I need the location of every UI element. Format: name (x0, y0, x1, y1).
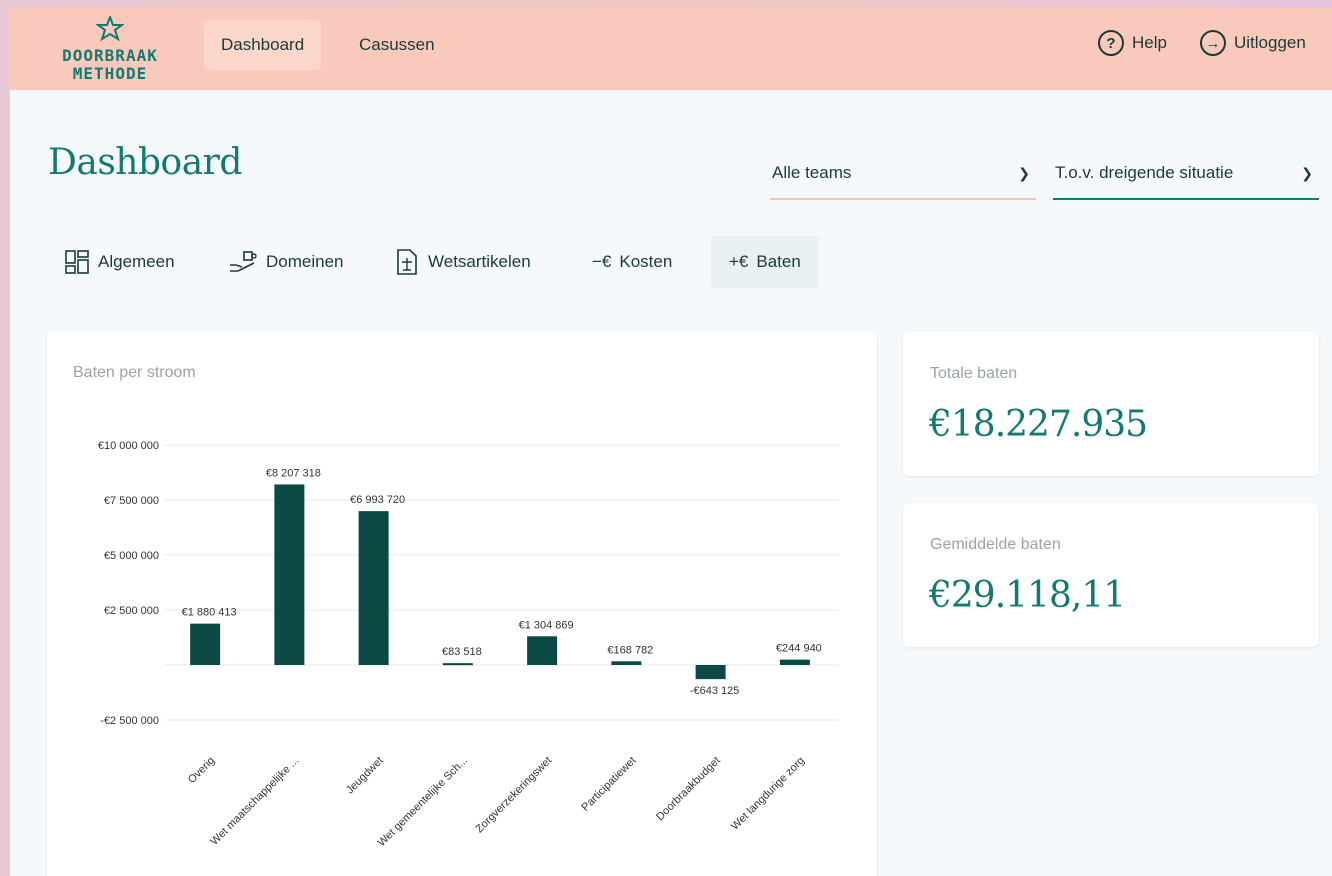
help-label: Help (1132, 33, 1167, 52)
plus-euro-icon: +€ (729, 252, 749, 271)
logo-text-line2: METHODE (72, 64, 148, 83)
nav-item-dashboard[interactable]: Dashboard (204, 20, 322, 70)
situation-select[interactable]: T.o.v. dreigende situatie ❯ (1053, 148, 1319, 200)
x-tick-label: Doorbraakbudget (654, 755, 723, 824)
y-tick-label: €5 000 000 (104, 550, 159, 562)
help-button[interactable]: ? Help (1098, 30, 1167, 56)
doorbraak-methode-logo[interactable]: DOORBRAAK METHODE (46, 16, 176, 83)
tab-algemeen[interactable]: Algemeen (46, 236, 193, 288)
y-tick-label: €7 500 000 (104, 495, 159, 507)
bar (274, 484, 305, 665)
top-navigation-bar: DOORBRAAK METHODE Dashboard Casussen ? H… (10, 8, 1332, 90)
x-tick-label: Zorgverzekeringswet (474, 755, 555, 836)
x-tick-label: Wet langdurige zorg (729, 755, 807, 833)
tab-kosten[interactable]: −€ Kosten (574, 236, 690, 288)
chart-card: Baten per stroom -€2 500 000 €2 500 000 €5… (47, 331, 877, 876)
app-window: DOORBRAAK METHODE Dashboard Casussen ? H… (10, 8, 1332, 876)
bar (358, 511, 389, 665)
data-label: €6 993 720 (350, 494, 405, 506)
logout-label: Uitloggen (1234, 33, 1306, 52)
data-label: €1 880 413 (182, 607, 237, 619)
tab-domeinen[interactable]: Domeinen (210, 236, 362, 288)
minus-euro-icon: −€ (592, 252, 612, 271)
tab-algemeen-label: Algemeen (98, 252, 175, 271)
law-document-icon (397, 249, 417, 275)
tab-wetsartikelen-label: Wetsartikelen (428, 252, 531, 271)
tab-wetsartikelen[interactable]: Wetsartikelen (376, 236, 549, 288)
bar (611, 661, 642, 665)
y-tick-label: €2 500 000 (104, 605, 159, 617)
bar (695, 665, 726, 680)
x-tick-label: Jeugdwet (344, 755, 386, 797)
data-label: €8 207 318 (266, 467, 321, 479)
average-benefits-value: €29.118,11 (929, 575, 1126, 616)
y-tick-label: -€2 500 000 (100, 715, 159, 727)
average-benefits-label: Gemiddelde baten (930, 536, 1061, 553)
bar-chart: -€2 500 000 €2 500 000 €5 000 000 €7 500 00… (98, 440, 839, 849)
situation-select-value: T.o.v. dreigende situatie (1055, 163, 1234, 182)
tab-kosten-label: Kosten (619, 252, 673, 271)
chevron-down-icon: ❯ (1301, 164, 1313, 181)
page-title: Dashboard (48, 142, 242, 183)
hand-puzzle-icon (230, 251, 257, 272)
data-label: €83 518 (442, 646, 482, 658)
logout-arrow-icon: → (1200, 30, 1226, 56)
x-tick-label: Participatiewet (579, 755, 638, 814)
x-tick-label: Wet maatschappelijke ... (208, 755, 301, 848)
logo-text-line1: DOORBRAAK (62, 46, 158, 65)
bar (527, 636, 558, 665)
total-benefits-label: Totale baten (930, 365, 1018, 382)
logout-button[interactable]: → Uitloggen (1200, 30, 1306, 56)
grid-icon (65, 250, 89, 274)
question-circle-icon: ? (1098, 30, 1124, 56)
average-benefits-card: Gemiddelde baten €29.118,11 (903, 503, 1319, 647)
bar (190, 623, 221, 665)
star-logo-icon (96, 16, 124, 42)
y-tick-label: €10 000 000 (98, 440, 159, 452)
data-label: €244 940 (776, 643, 822, 655)
tab-baten-label: Baten (756, 252, 801, 271)
tab-domeinen-label: Domeinen (266, 252, 344, 271)
total-benefits-value: €18.227.935 (929, 404, 1148, 445)
data-label: €1 304 869 (519, 619, 574, 631)
nav-item-casussen[interactable]: Casussen (342, 20, 452, 70)
data-label: -€643 125 (690, 685, 740, 697)
bar (779, 659, 810, 665)
team-select[interactable]: Alle teams ❯ (770, 148, 1036, 200)
total-benefits-card: Totale baten €18.227.935 (903, 332, 1319, 476)
bar (442, 663, 473, 666)
x-tick-label: Overig (186, 755, 217, 786)
data-label: €168 782 (607, 644, 653, 656)
tab-baten[interactable]: +€ Baten (711, 236, 819, 288)
team-select-value: Alle teams (772, 163, 852, 182)
chevron-down-icon: ❯ (1018, 164, 1030, 181)
x-tick-label: Wet gemeentelijke Sch... (376, 755, 470, 849)
